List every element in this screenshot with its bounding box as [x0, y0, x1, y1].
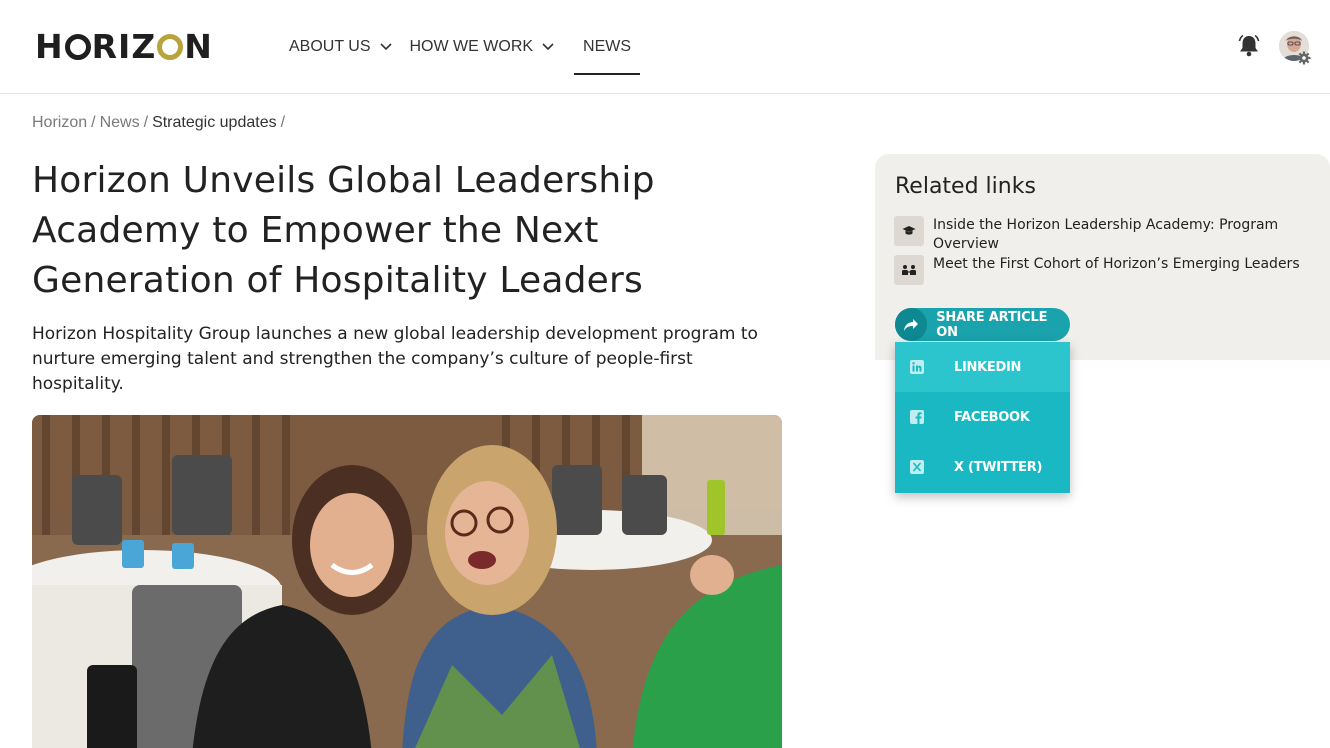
share-article-label: SHARE ARTICLE ON: [936, 309, 1048, 340]
share-dropdown-menu: LINKEDIN FACEBOOK X (TWITTER): [895, 342, 1070, 493]
chevron-down-icon: [542, 41, 554, 53]
breadcrumb: Horizon / News / Strategic updates /: [32, 114, 285, 132]
logo-gold-o-icon: [157, 34, 184, 60]
horizon-logo[interactable]: H RIZ N: [35, 27, 213, 66]
graduation-cap-icon: [894, 216, 924, 246]
share-arrow-icon: [895, 308, 928, 341]
breadcrumb-separator: /: [91, 114, 96, 131]
breadcrumb-horizon[interactable]: Horizon: [32, 114, 87, 132]
chevron-down-icon: [379, 41, 392, 53]
related-link-first-cohort[interactable]: Meet the First Cohort of Horizon’s Emerg…: [894, 255, 1313, 285]
share-article-button[interactable]: SHARE ARTICLE ON: [895, 308, 1070, 341]
site-header: H RIZ N ABOUT US HOW WE WORK NEWS: [0, 0, 1330, 94]
nav-news-label: NEWS: [583, 38, 632, 55]
main-nav: ABOUT US HOW WE WORK NEWS: [289, 0, 658, 94]
share-option-label: LINKEDIN: [954, 359, 1022, 375]
article-hero-image: [32, 415, 782, 748]
facebook-icon: [910, 410, 924, 424]
article-subtitle: Horizon Hospitality Group launches a new…: [32, 324, 758, 394]
related-link-label: Inside the Horizon Leadership Academy: P…: [933, 217, 1279, 252]
share-option-label: X (TWITTER): [954, 459, 1043, 475]
nav-how-we-work-label: HOW WE WORK: [409, 38, 534, 55]
related-links-heading: Related links: [895, 174, 1036, 199]
nav-news[interactable]: NEWS: [574, 0, 641, 94]
breadcrumb-news[interactable]: News: [100, 114, 140, 132]
nav-about-us[interactable]: ABOUT US: [289, 0, 392, 94]
share-option-label: FACEBOOK: [954, 409, 1030, 425]
nav-how-we-work[interactable]: HOW WE WORK: [410, 0, 555, 94]
people-icon: [894, 255, 924, 285]
related-link-label: Meet the First Cohort of Horizon’s Emerg…: [933, 256, 1300, 272]
share-facebook-option[interactable]: FACEBOOK: [895, 392, 1070, 442]
linkedin-icon: [910, 360, 924, 374]
related-link-program-overview[interactable]: Inside the Horizon Leadership Academy: P…: [894, 216, 1313, 254]
bell-icon[interactable]: [1236, 33, 1262, 59]
breadcrumb-separator: /: [280, 114, 286, 131]
x-twitter-icon: [910, 460, 924, 474]
share-linkedin-option[interactable]: LINKEDIN: [895, 342, 1070, 392]
article-title: Horizon Unveils Global Leadership Academ…: [32, 160, 655, 301]
breadcrumb-separator: /: [143, 114, 149, 131]
logo-o-icon: [64, 34, 91, 60]
gear-icon[interactable]: [1297, 50, 1311, 65]
breadcrumb-strategic-updates[interactable]: Strategic updates: [152, 114, 277, 132]
nav-about-us-label: ABOUT US: [289, 38, 371, 55]
share-x-twitter-option[interactable]: X (TWITTER): [895, 442, 1070, 492]
